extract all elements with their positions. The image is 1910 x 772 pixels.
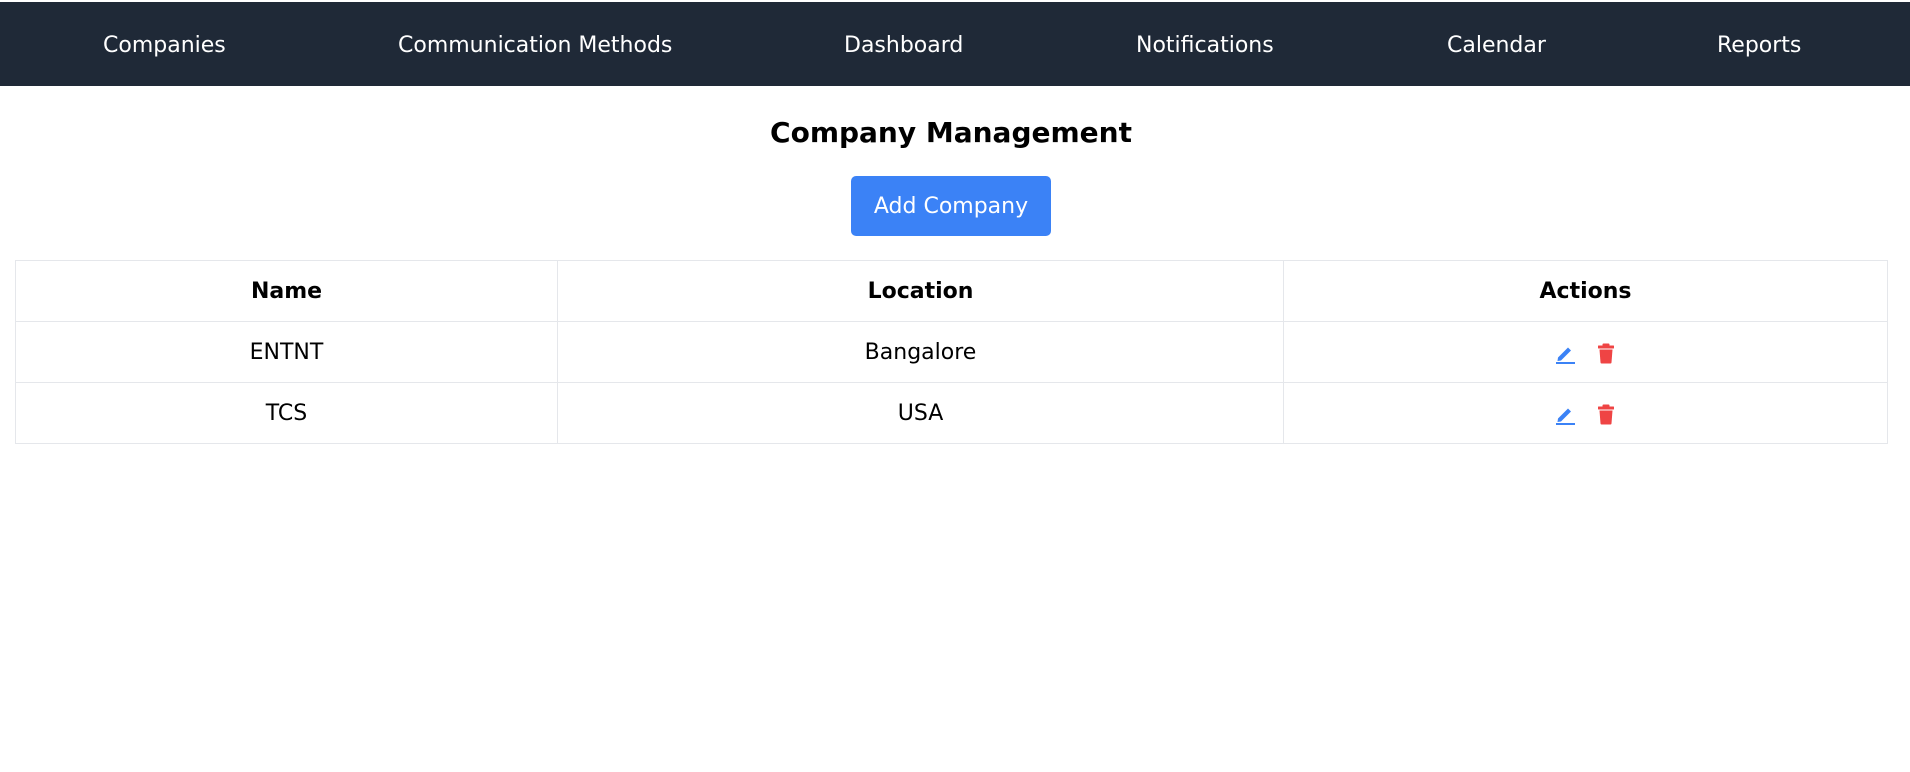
nav-item-calendar[interactable]: Calendar <box>1447 2 1546 86</box>
table-header-row: Name Location Actions <box>15 260 1888 322</box>
company-location-cell: USA <box>557 382 1284 444</box>
pencil-icon[interactable] <box>1554 403 1576 425</box>
nav-item-notifications[interactable]: Notifications <box>1136 2 1274 86</box>
actions-cell <box>1283 321 1888 383</box>
column-header-location: Location <box>557 260 1284 322</box>
table-row: TCS USA <box>15 382 1888 444</box>
company-name-cell: TCS <box>15 382 558 444</box>
nav-item-reports[interactable]: Reports <box>1717 2 1801 86</box>
companies-table: Name Location Actions ENTNT Bangalore TC… <box>15 260 1888 444</box>
trash-icon[interactable] <box>1595 342 1617 364</box>
nav-item-companies[interactable]: Companies <box>103 2 226 86</box>
nav-item-dashboard[interactable]: Dashboard <box>844 2 963 86</box>
nav-item-communication-methods[interactable]: Communication Methods <box>398 2 672 86</box>
pencil-icon[interactable] <box>1554 342 1576 364</box>
table-row: ENTNT Bangalore <box>15 321 1888 383</box>
column-header-name: Name <box>15 260 558 322</box>
add-company-button[interactable]: Add Company <box>851 176 1051 236</box>
top-navbar: Companies Communication Methods Dashboar… <box>0 2 1910 86</box>
company-location-cell: Bangalore <box>557 321 1284 383</box>
trash-icon[interactable] <box>1595 403 1617 425</box>
actions-cell <box>1283 382 1888 444</box>
company-name-cell: ENTNT <box>15 321 558 383</box>
column-header-actions: Actions <box>1283 260 1888 322</box>
page-title: Company Management <box>770 116 1132 149</box>
